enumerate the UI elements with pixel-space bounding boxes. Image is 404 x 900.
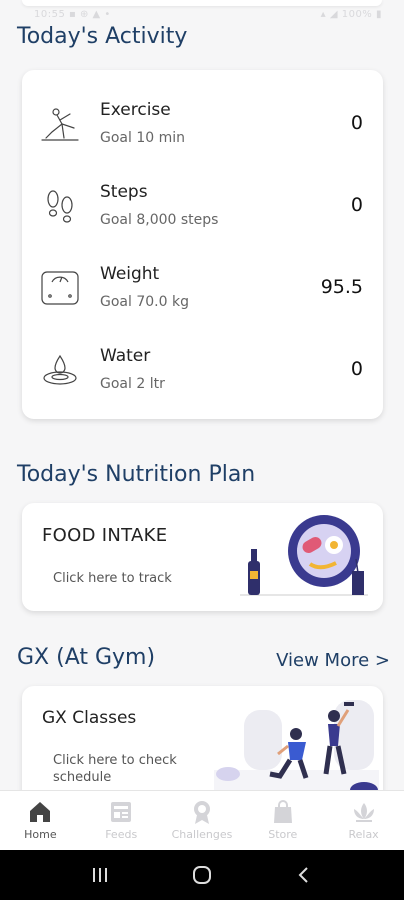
nav-label: Feeds	[105, 828, 138, 841]
exercise-icon	[41, 108, 79, 141]
nav-item-feeds[interactable]: Feeds	[81, 791, 162, 850]
activity-value: 0	[350, 358, 363, 380]
recent-apps-icon[interactable]	[90, 865, 110, 885]
activity-goal: Goal 10 min	[100, 130, 185, 146]
food-intake-subtitle: Click here to track	[53, 571, 172, 586]
status-right: ▴ ◢ 100% ▮	[320, 8, 382, 20]
gx-classes-card[interactable]: GX Classes Click here to check schedule	[22, 686, 383, 796]
activity-name: Exercise	[100, 100, 171, 120]
nav-item-home[interactable]: Home	[0, 791, 81, 850]
water-drop-icon	[43, 354, 77, 385]
nav-label: Relax	[348, 828, 379, 841]
lotus-icon	[353, 803, 374, 822]
activity-name: Water	[100, 346, 151, 366]
nav-item-store[interactable]: Store	[242, 791, 323, 850]
activity-row-water[interactable]: Water Goal 2 ltr 0	[22, 336, 383, 418]
activity-goal: Goal 2 ltr	[100, 376, 165, 392]
nav-label: Store	[268, 828, 298, 841]
activity-name: Weight	[100, 264, 160, 284]
feeds-icon	[111, 802, 132, 822]
activity-name: Steps	[100, 182, 148, 202]
award-icon	[193, 801, 210, 824]
food-intake-card[interactable]: FOOD INTAKE Click here to track	[22, 503, 383, 611]
home-circle-icon[interactable]	[191, 864, 213, 886]
food-intake-title: FOOD INTAKE	[42, 525, 168, 546]
bottom-nav: Home Feeds Challenges Store Relax	[0, 790, 404, 850]
activity-row-steps[interactable]: Steps Goal 8,000 steps 0	[22, 172, 383, 254]
activity-goal: Goal 8,000 steps	[100, 212, 219, 228]
nav-item-challenges[interactable]: Challenges	[162, 791, 243, 850]
activity-value: 95.5	[320, 276, 363, 298]
scale-icon	[41, 271, 79, 305]
activity-value: 0	[350, 194, 363, 216]
gx-classes-title: GX Classes	[42, 708, 137, 728]
nav-label: Home	[24, 828, 57, 841]
back-icon[interactable]	[294, 865, 314, 885]
view-more-link[interactable]: View More >	[276, 650, 390, 671]
activity-value: 0	[350, 112, 363, 134]
food-plate-illustration	[240, 515, 368, 596]
status-left: 10:55 ▪ ⊕ ▲ •	[34, 8, 111, 20]
system-nav-bar	[0, 850, 404, 900]
gx-classes-subtitle: Click here to check schedule	[53, 753, 177, 785]
activity-card: Exercise Goal 10 min 0 Steps Goal 8,000 …	[22, 70, 383, 419]
shopping-bag-icon	[273, 800, 292, 823]
footsteps-icon	[47, 190, 73, 223]
activity-row-weight[interactable]: Weight Goal 70.0 kg 95.5	[22, 254, 383, 336]
nav-item-relax[interactable]: Relax	[323, 791, 404, 850]
activity-section-title: Today's Activity	[17, 24, 188, 49]
activity-goal: Goal 70.0 kg	[100, 294, 189, 310]
activity-row-exercise[interactable]: Exercise Goal 10 min 0	[22, 90, 383, 172]
nav-label: Challenges	[171, 828, 233, 841]
home-icon	[30, 802, 51, 822]
gx-section-title: GX (At Gym)	[17, 645, 156, 670]
nutrition-section-title: Today's Nutrition Plan	[17, 462, 256, 487]
gym-people-illustration	[214, 700, 379, 794]
